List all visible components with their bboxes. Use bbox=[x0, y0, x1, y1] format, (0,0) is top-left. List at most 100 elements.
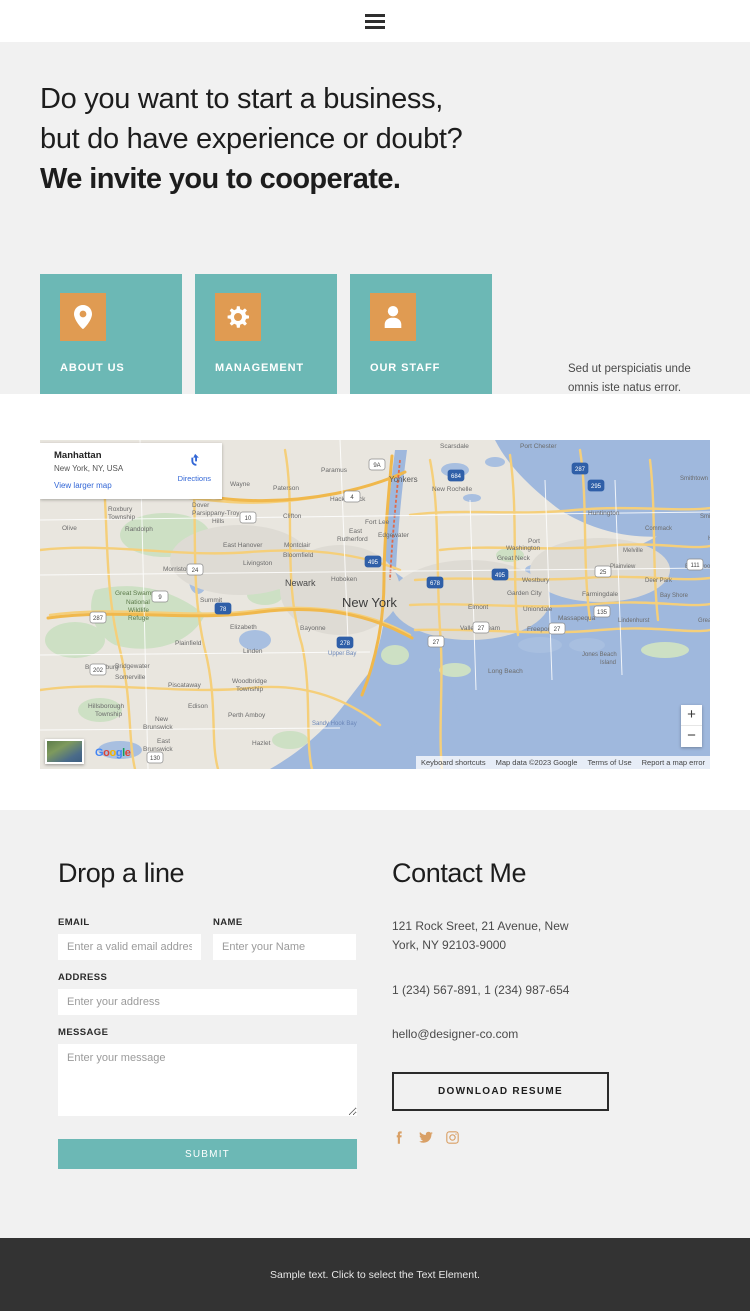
map-label: Linden bbox=[243, 648, 263, 655]
map-label: Smithto bbox=[700, 514, 710, 520]
terms-of-use-link[interactable]: Terms of Use bbox=[582, 756, 636, 769]
burger-line bbox=[365, 19, 385, 23]
site-footer: Sample text. Click to select the Text El… bbox=[0, 1238, 750, 1311]
map-label: Paterson bbox=[273, 485, 299, 492]
svg-text:27: 27 bbox=[478, 626, 485, 632]
route-shield: 111 bbox=[686, 558, 704, 571]
map-label: Piscataway bbox=[168, 682, 202, 689]
map-attribution-bar: Keyboard shortcuts Map data ©2023 Google… bbox=[415, 756, 710, 769]
map-label: Township bbox=[95, 711, 122, 718]
contact-form-column: Drop a line EMAIL NAME ADDRESS MESSAGE S… bbox=[40, 858, 375, 1238]
card-label: ABOUT US bbox=[60, 362, 125, 374]
facebook-icon[interactable] bbox=[392, 1130, 407, 1145]
map-label: Great So bbox=[698, 618, 710, 624]
form-title: Drop a line bbox=[58, 858, 185, 888]
satellite-toggle-thumbnail[interactable] bbox=[45, 739, 84, 764]
map-label: Washington bbox=[506, 545, 540, 552]
hamburger-menu-icon[interactable] bbox=[365, 13, 385, 29]
directions-label: Directions bbox=[177, 474, 211, 483]
card-management[interactable]: MANAGEMENT bbox=[195, 274, 337, 394]
map-zoom-controls[interactable]: + − bbox=[681, 705, 702, 747]
route-shield: 24 bbox=[186, 563, 204, 576]
message-textarea[interactable] bbox=[58, 1044, 357, 1116]
hero-line-3: We invite you to cooperate. bbox=[40, 163, 401, 196]
map-label: Plainfield bbox=[175, 640, 202, 647]
route-shield: 678 bbox=[426, 576, 444, 589]
map-label: Bayonne bbox=[300, 625, 326, 632]
map-label: Port Chester bbox=[520, 443, 557, 450]
email-input[interactable] bbox=[58, 934, 201, 960]
map-label: Roxbury bbox=[108, 506, 133, 513]
card-label: OUR STAFF bbox=[370, 362, 441, 374]
directions-button[interactable]: Directions bbox=[178, 452, 211, 483]
card-about-us[interactable]: ABOUT US bbox=[40, 274, 182, 394]
hero-section: Do you want to start a business, but do … bbox=[0, 42, 750, 394]
route-shield: 495 bbox=[364, 555, 382, 568]
gear-icon bbox=[215, 293, 261, 341]
map-label: East bbox=[157, 738, 170, 745]
address-input[interactable] bbox=[58, 989, 357, 1015]
hero-note-text: Sed ut perspiciatis unde omnis iste natu… bbox=[568, 363, 691, 394]
map-label: Huntington bbox=[588, 510, 620, 517]
map-label: Parsippany-Troy bbox=[192, 510, 240, 517]
route-shield: 287 bbox=[571, 462, 589, 475]
route-shield: 130 bbox=[146, 751, 164, 764]
map-label: Refuge bbox=[128, 615, 149, 622]
map-label: Paramus bbox=[321, 467, 348, 474]
google-map[interactable]: JeffersonScarsdalePort ChesterYonkersNew… bbox=[40, 440, 710, 769]
route-shield: 10 bbox=[239, 511, 257, 524]
map-label: Massapequa bbox=[558, 615, 596, 622]
keyboard-shortcuts-link[interactable]: Keyboard shortcuts bbox=[416, 756, 491, 769]
svg-text:130: 130 bbox=[150, 756, 161, 762]
map-label: Township bbox=[236, 686, 263, 693]
email-label: EMAIL bbox=[58, 917, 90, 928]
name-input[interactable] bbox=[213, 934, 356, 960]
map-label: New bbox=[155, 716, 168, 723]
zoom-in-button[interactable]: + bbox=[681, 705, 702, 726]
map-label: Elmont bbox=[468, 604, 488, 611]
map-label: Clifton bbox=[283, 513, 302, 520]
route-shield: 495 bbox=[491, 568, 509, 581]
svg-text:27: 27 bbox=[433, 640, 440, 646]
map-label: Fort Lee bbox=[365, 519, 390, 526]
map-label: Garden City bbox=[507, 590, 542, 597]
person-icon bbox=[370, 293, 416, 341]
report-map-error-link[interactable]: Report a map error bbox=[637, 756, 710, 769]
page-title: Do you want to start a business, but do … bbox=[40, 42, 710, 199]
footer-text[interactable]: Sample text. Click to select the Text El… bbox=[270, 1269, 480, 1281]
map-label: National bbox=[126, 599, 150, 606]
svg-text:287: 287 bbox=[93, 616, 104, 622]
download-resume-button[interactable]: DOWNLOAD RESUME bbox=[392, 1071, 609, 1111]
email-field-group: EMAIL bbox=[58, 917, 201, 960]
map-label: Jones Beach bbox=[582, 652, 617, 658]
map-label: Uniondale bbox=[523, 606, 553, 613]
instagram-icon[interactable] bbox=[445, 1130, 460, 1145]
social-links bbox=[392, 1130, 710, 1145]
card-our-staff[interactable]: OUR STAFF bbox=[350, 274, 492, 394]
map-label: Elizabeth bbox=[230, 624, 257, 631]
contact-phone: 1 (234) 567-891, 1 (234) 987-654 bbox=[392, 982, 570, 997]
map-label: Freeport bbox=[527, 626, 552, 633]
contact-address: 121 Rock Sreet, 21 Avenue, New York, NY … bbox=[392, 919, 569, 953]
route-shield: 27 bbox=[427, 635, 445, 648]
map-info-card[interactable]: Manhattan New York, NY, USA View larger … bbox=[40, 443, 222, 499]
svg-text:10: 10 bbox=[245, 516, 252, 522]
twitter-icon[interactable] bbox=[418, 1130, 434, 1145]
svg-text:9A: 9A bbox=[373, 463, 380, 469]
route-shield: 25 bbox=[594, 565, 612, 578]
contact-email[interactable]: hello@designer-co.com bbox=[392, 1025, 582, 1044]
map-label: Rutherford bbox=[337, 536, 368, 543]
message-label: MESSAGE bbox=[58, 1027, 109, 1038]
view-larger-map-link[interactable]: View larger map bbox=[54, 481, 112, 490]
route-shield: 684 bbox=[447, 469, 465, 482]
site-header bbox=[0, 0, 750, 42]
directions-icon bbox=[191, 453, 199, 466]
map-label: Somerville bbox=[115, 674, 146, 681]
map-label: Farmingdale bbox=[582, 591, 619, 598]
burger-line bbox=[365, 13, 385, 17]
map-section: JeffersonScarsdalePort ChesterYonkersNew… bbox=[0, 394, 750, 810]
zoom-out-button[interactable]: − bbox=[681, 726, 702, 747]
submit-button[interactable]: SUBMIT bbox=[58, 1139, 357, 1169]
